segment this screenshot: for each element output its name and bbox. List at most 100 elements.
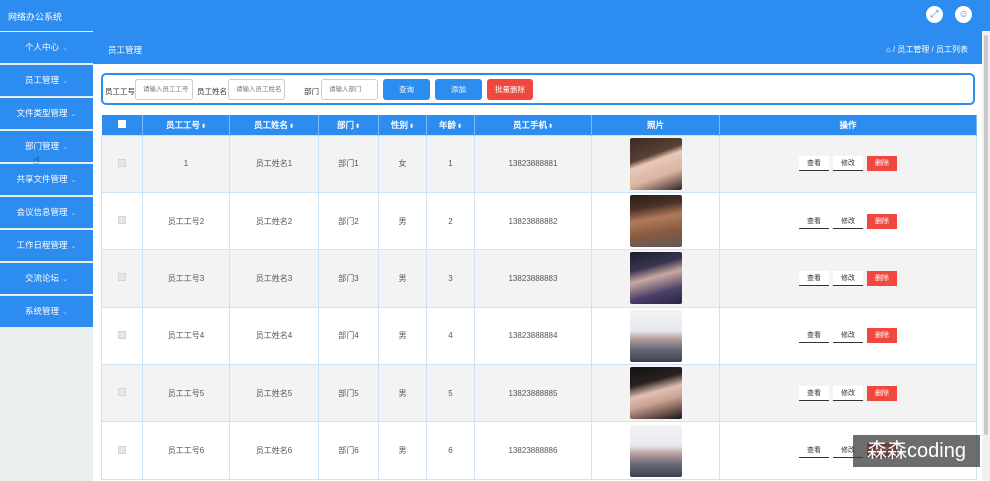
dept-cell: 部门5: [318, 364, 379, 423]
employee-photo[interactable]: [629, 195, 682, 248]
query-button[interactable]: 查询: [383, 79, 430, 100]
phone-cell: 13823888882: [474, 191, 592, 251]
mouse-cursor-icon: ☝: [33, 155, 40, 167]
phone-cell: 13823888886: [474, 421, 592, 480]
emp-no-input[interactable]: [135, 79, 193, 100]
edit-button[interactable]: 修改: [833, 385, 863, 401]
delete-button[interactable]: 删除: [867, 213, 897, 229]
age-cell: 1: [426, 134, 475, 193]
sidebar-item-label: 会议信息管理: [16, 207, 68, 217]
delete-button[interactable]: 删除: [867, 270, 897, 286]
table-header-row: 员工工号⬍ 员工姓名⬍ 部门⬍ 性别⬍ 年龄⬍ 员工手机⬍ 照片 操作: [101, 115, 977, 135]
gender-cell: 男: [378, 421, 427, 480]
col-header-phone[interactable]: 员工手机⬍: [474, 115, 592, 135]
table-row: 员工工号4 员工姓名4 部门4 男 4 13823888884 查看 修改 删除: [101, 306, 977, 366]
select-all-checkbox[interactable]: [117, 119, 126, 128]
name-cell: 员工姓名3: [229, 249, 319, 308]
emp-no-cell: 员工工号2: [142, 191, 230, 251]
edit-button[interactable]: 修改: [833, 328, 863, 344]
col-header-gender[interactable]: 性别⬍: [378, 115, 427, 135]
sort-icon[interactable]: ⬍: [201, 124, 206, 130]
gender-cell: 男: [378, 249, 427, 308]
gender-cell: 男: [378, 191, 427, 251]
sidebar-item-meeting[interactable]: 会议信息管理 ⌄: [0, 197, 93, 228]
view-button[interactable]: 查看: [799, 443, 829, 459]
emp-no-cell: 员工工号4: [142, 306, 230, 366]
emp-no-cell: 员工工号3: [142, 249, 230, 308]
table-row: 员工工号3 员工姓名3 部门3 男 3 13823888883 查看 修改 删除: [101, 249, 977, 308]
delete-button[interactable]: 删除: [867, 156, 897, 172]
dept-cell: 部门1: [318, 134, 379, 193]
phone-cell: 13823888884: [474, 306, 592, 366]
emp-name-input[interactable]: [228, 79, 285, 100]
table-row: 1 员工姓名1 部门1 女 1 13823888881 查看 修改 删除: [101, 134, 977, 193]
expand-icon[interactable]: ⤢: [926, 6, 943, 23]
sidebar-item-system[interactable]: 系统管理 ⌄: [0, 296, 93, 327]
dept-input[interactable]: [321, 79, 378, 100]
row-checkbox[interactable]: [118, 445, 126, 454]
view-button[interactable]: 查看: [799, 270, 829, 286]
view-button[interactable]: 查看: [799, 385, 829, 401]
employee-table: 员工工号⬍ 员工姓名⬍ 部门⬍ 性别⬍ 年龄⬍ 员工手机⬍ 照片 操作 1 员工…: [101, 115, 977, 480]
sidebar-item-label: 部门管理: [25, 141, 60, 151]
sidebar-item-label: 系统管理: [25, 306, 60, 316]
breadcrumb[interactable]: ⌂ / 员工管理 / 员工列表: [886, 44, 968, 55]
dept-cell: 部门2: [318, 191, 379, 251]
row-checkbox[interactable]: [118, 158, 126, 167]
sidebar-item-employee[interactable]: 员工管理 ⌄: [0, 65, 93, 96]
user-icon[interactable]: ☺: [955, 6, 972, 23]
delete-button[interactable]: 删除: [867, 385, 897, 401]
employee-photo[interactable]: [629, 137, 682, 190]
sort-icon[interactable]: ⬍: [409, 124, 414, 130]
col-header-photo: 照片: [591, 115, 720, 135]
sidebar-item-forum[interactable]: 交流论坛 ⌄: [0, 263, 93, 294]
edit-button[interactable]: 修改: [833, 213, 863, 229]
employee-photo[interactable]: [629, 252, 682, 305]
view-button[interactable]: 查看: [799, 156, 829, 172]
sidebar-item-file-type[interactable]: 文件类型管理 ⌄: [0, 98, 93, 129]
employee-photo[interactable]: [629, 424, 682, 477]
sidebar-item-schedule[interactable]: 工作日程管理 ⌄: [0, 230, 93, 261]
row-checkbox[interactable]: [118, 388, 126, 397]
chevron-down-icon: ⌄: [70, 177, 77, 184]
phone-cell: 13823888883: [474, 249, 592, 308]
dept-label: 部门: [304, 87, 319, 96]
sidebar-item-label: 文件类型管理: [16, 108, 68, 118]
batch-delete-button[interactable]: 批量删除: [487, 79, 533, 100]
watermark: 森森coding: [853, 435, 980, 467]
view-button[interactable]: 查看: [799, 213, 829, 229]
edit-button[interactable]: 修改: [833, 156, 863, 172]
employee-photo[interactable]: [629, 367, 682, 420]
chevron-down-icon: ⌄: [62, 78, 68, 85]
sort-icon[interactable]: ⬍: [355, 124, 360, 130]
edit-button[interactable]: 修改: [833, 270, 863, 286]
add-button[interactable]: 添加: [435, 79, 482, 100]
col-header-dept[interactable]: 部门⬍: [318, 115, 379, 135]
view-button[interactable]: 查看: [799, 328, 829, 344]
col-header-age[interactable]: 年龄⬍: [426, 115, 475, 135]
sidebar-item-shared-file[interactable]: 共享文件管理 ⌄: [0, 164, 93, 195]
sort-icon[interactable]: ⬍: [457, 124, 462, 130]
sort-icon[interactable]: ⬍: [548, 124, 553, 130]
sort-icon[interactable]: ⬍: [289, 124, 294, 130]
row-checkbox[interactable]: [118, 273, 126, 282]
row-checkbox[interactable]: [118, 216, 126, 225]
sidebar-item-department[interactable]: 部门管理 ⌄: [0, 131, 93, 162]
dept-cell: 部门3: [318, 249, 379, 308]
scrollbar-thumb[interactable]: [984, 35, 988, 435]
sidebar-item-personal-center[interactable]: 个人中心 ⌄: [0, 32, 93, 63]
select-all-cell[interactable]: [101, 115, 143, 135]
employee-photo[interactable]: [629, 309, 682, 362]
col-header-emp-no[interactable]: 员工工号⬍: [142, 115, 230, 135]
page-header: 员工管理 ⌂ / 员工管理 / 员工列表: [93, 31, 982, 64]
row-checkbox[interactable]: [118, 330, 126, 339]
gender-cell: 男: [378, 306, 427, 366]
name-cell: 员工姓名2: [229, 191, 319, 251]
gender-cell: 男: [378, 364, 427, 423]
delete-button[interactable]: 删除: [867, 328, 897, 344]
age-cell: 6: [426, 421, 475, 480]
dept-cell: 部门6: [318, 421, 379, 480]
page-title: 员工管理: [108, 45, 143, 55]
name-cell: 员工姓名6: [229, 421, 319, 480]
col-header-name[interactable]: 员工姓名⬍: [229, 115, 319, 135]
